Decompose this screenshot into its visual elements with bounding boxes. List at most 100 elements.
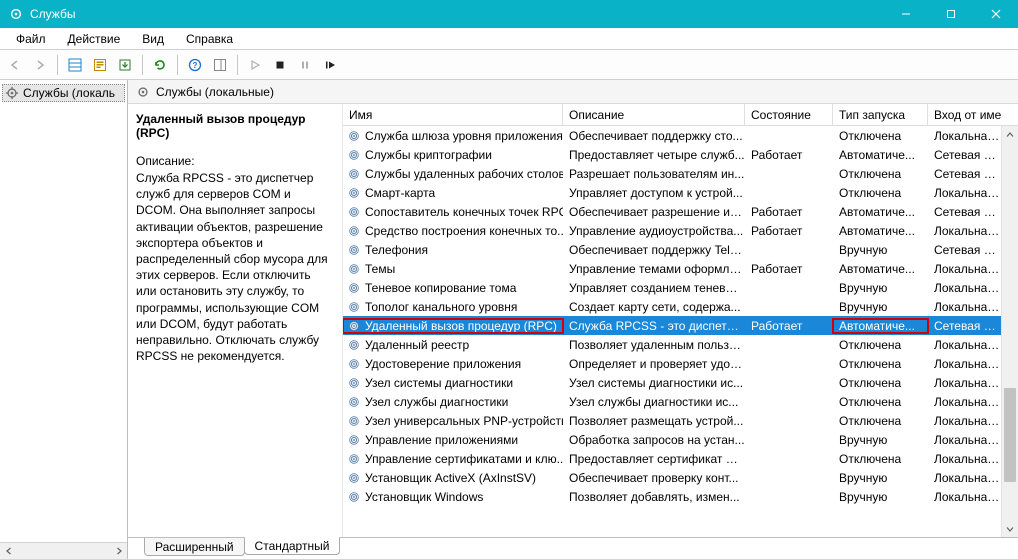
properties-button[interactable] [89,54,111,76]
column-header-name[interactable]: Имя [343,104,563,125]
menu-help[interactable]: Справка [176,30,243,48]
column-header-state[interactable]: Состояние [745,104,833,125]
tree-item-services[interactable]: Службы (локаль [2,84,125,102]
description-text: Служба RPCSS - это диспетчер служб для с… [136,170,332,364]
table-row[interactable]: Узел службы диагностикиУзел службы диагн… [343,392,1001,411]
cell-logon: Локальная с [928,395,1001,409]
menu-action[interactable]: Действие [58,30,131,48]
column-header-startup[interactable]: Тип запуска [833,104,928,125]
column-header-description[interactable]: Описание [563,104,745,125]
table-row[interactable]: ТелефонияОбеспечивает поддержку Tele...В… [343,240,1001,259]
cell-name: Управление приложениями [343,433,563,447]
service-name-text: Удостоверение приложения [365,357,521,371]
forward-button[interactable] [29,54,51,76]
action-pane-button[interactable] [209,54,231,76]
cell-description: Создает карту сети, содержа... [563,300,745,314]
cell-name: Сопоставитель конечных точек RPC [343,205,563,219]
toolbar-separator [177,55,178,75]
menu-view[interactable]: Вид [132,30,174,48]
scroll-track[interactable] [1002,143,1018,520]
cell-startup: Отключена [833,167,928,181]
cell-startup: Отключена [833,129,928,143]
cell-description: Управление аудиоустройства... [563,224,745,238]
tab-extended[interactable]: Расширенный [144,538,245,556]
cell-name: Службы криптографии [343,148,563,162]
restart-service-button[interactable] [319,54,341,76]
scroll-right-button[interactable] [110,543,127,559]
cell-logon: Сетевая слу: [928,243,1001,257]
pause-service-button[interactable] [294,54,316,76]
service-name-text: Установщик ActiveX (AxInstSV) [365,471,536,485]
toolbar-separator [237,55,238,75]
table-row[interactable]: Служба шлюза уровня приложенияОбеспечива… [343,126,1001,145]
cell-name: Узел системы диагностики [343,376,563,390]
cell-description: Позволяет размещать устрой... [563,414,745,428]
service-name-text: Службы криптографии [365,148,492,162]
refresh-button[interactable] [149,54,171,76]
column-header-logon[interactable]: Вход от име [928,104,1018,125]
help-button[interactable]: ? [184,54,206,76]
start-service-button[interactable] [244,54,266,76]
cell-name: Смарт-карта [343,186,563,200]
toolbar-separator [57,55,58,75]
cell-logon: Локальная с [928,300,1001,314]
cell-startup: Вручную [833,471,928,485]
table-row[interactable]: Установщик ActiveX (AxInstSV)Обеспечивае… [343,468,1001,487]
service-icon [347,205,361,219]
cell-logon: Сетевая слу: [928,148,1001,162]
description-label: Описание: [136,154,332,168]
scroll-thumb[interactable] [1004,388,1016,482]
service-icon [347,224,361,238]
export-button[interactable] [114,54,136,76]
cell-logon: Локальная с [928,262,1001,276]
stop-service-button[interactable] [269,54,291,76]
tab-standard[interactable]: Стандартный [244,537,341,555]
cell-name: Служба шлюза уровня приложения [343,129,563,143]
maximize-button[interactable] [928,0,973,28]
cell-description: Определяет и проверяет удос... [563,357,745,371]
table-row[interactable]: Установщик WindowsПозволяет добавлять, и… [343,487,1001,506]
cell-logon: Сетевая слу: [928,319,1001,333]
service-icon [347,243,361,257]
table-row[interactable]: Смарт-картаУправляет доступом к устрой..… [343,183,1001,202]
view-list-button[interactable] [64,54,86,76]
table-row[interactable]: Службы криптографииПредоставляет четыре … [343,145,1001,164]
table-row[interactable]: Средство построения конечных то...Управл… [343,221,1001,240]
scroll-left-button[interactable] [0,543,17,559]
menu-file[interactable]: Файл [6,30,56,48]
service-name-text: Установщик Windows [365,490,483,504]
cell-logon: Локальная с [928,224,1001,238]
cell-state: Работает [745,224,833,238]
table-row[interactable]: Управление приложениямиОбработка запросо… [343,430,1001,449]
table-row[interactable]: Тополог канального уровняСоздает карту с… [343,297,1001,316]
scroll-track[interactable] [17,543,110,559]
service-icon [347,319,361,333]
cell-startup: Вручную [833,243,928,257]
scroll-down-button[interactable] [1002,520,1018,537]
scroll-up-button[interactable] [1002,126,1018,143]
horizontal-scrollbar[interactable] [0,542,127,559]
service-name-text: Удаленный вызов процедур (RPC) [365,319,557,333]
toolbar-separator [142,55,143,75]
table-row[interactable]: Удостоверение приложения Определяет и про… [343,354,1001,373]
table-row[interactable]: Управление сертификатами и клю...Предост… [343,449,1001,468]
table-row[interactable]: Сопоставитель конечных точек RPCОбеспечи… [343,202,1001,221]
service-icon [347,300,361,314]
vertical-scrollbar[interactable] [1001,126,1018,537]
table-row[interactable]: Удаленный вызов процедур (RPC)Служба RPC… [343,316,1001,335]
service-name-text: Сопоставитель конечных точек RPC [365,205,563,219]
cell-name: Темы [343,262,563,276]
table-row[interactable]: ТемыУправление темами оформле...Работает… [343,259,1001,278]
gear-icon [136,85,150,99]
close-button[interactable] [973,0,1018,28]
table-row[interactable]: Удаленный реестрПозволяет удаленным поль… [343,335,1001,354]
back-button[interactable] [4,54,26,76]
service-icon [347,186,361,200]
app-icon [8,6,24,22]
table-row[interactable]: Узел системы диагностикиУзел системы диа… [343,373,1001,392]
table-row[interactable]: Теневое копирование томаУправляет создан… [343,278,1001,297]
table-row[interactable]: Службы удаленных рабочих столовРазрешает… [343,164,1001,183]
service-icon [347,338,361,352]
minimize-button[interactable] [883,0,928,28]
table-row[interactable]: Узел универсальных PNP-устройствПозволяе… [343,411,1001,430]
